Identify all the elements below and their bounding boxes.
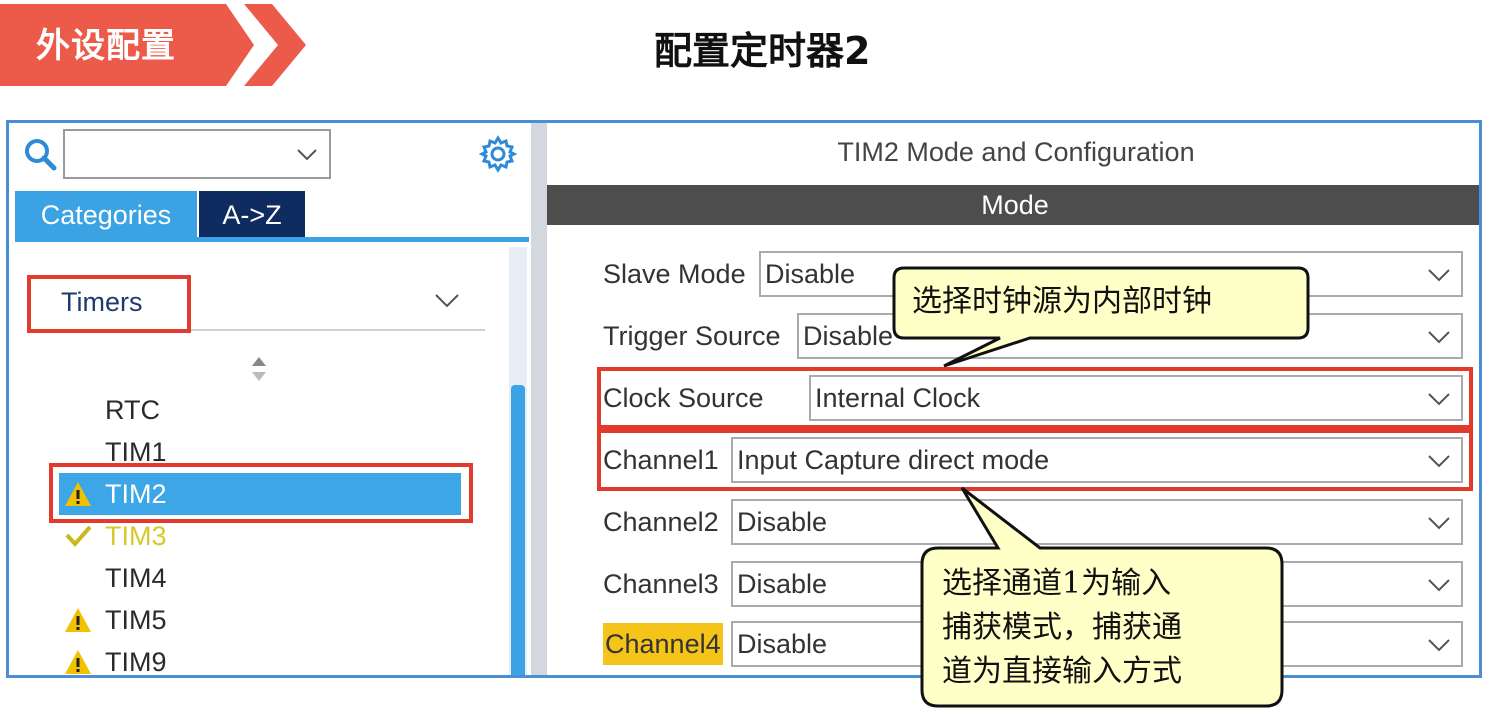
tab-categories[interactable]: Categories <box>15 191 197 239</box>
channel2-value: Disable <box>737 507 828 537</box>
tab-underline <box>15 237 529 242</box>
highlight-box-timers <box>27 275 191 333</box>
config-title: TIM2 Mode and Configuration <box>837 137 1195 167</box>
chevron-down-icon <box>1428 517 1450 530</box>
gear-icon[interactable] <box>479 135 517 173</box>
list-item-tim9[interactable]: TIM9 <box>59 641 461 677</box>
checkmark-icon <box>65 525 92 548</box>
callout-clock-text: 选择时钟源为内部时钟 <box>912 284 1212 319</box>
channel2-label: Channel2 <box>603 507 719 537</box>
section-label: 外设配置 <box>36 26 176 66</box>
page-title: 配置定时器2 <box>654 29 871 73</box>
panel-splitter[interactable] <box>531 123 547 675</box>
warning-icon <box>65 608 91 632</box>
list-item-label: RTC <box>105 395 161 425</box>
sort-icon[interactable] <box>249 355 269 383</box>
list-item-tim4[interactable]: TIM4 <box>59 557 461 599</box>
list-item-label: TIM5 <box>105 605 167 635</box>
list-item-tim5[interactable]: TIM5 <box>59 599 461 641</box>
channel4-label: Channel4 <box>603 623 723 665</box>
chevron-down-icon <box>1428 579 1450 592</box>
mode-section-header[interactable]: Mode <box>547 185 1479 225</box>
callout-channel-line2: 捕获模式，捕获通 <box>942 610 1182 645</box>
chevron-down-icon[interactable] <box>295 145 319 165</box>
search-input[interactable] <box>63 129 331 179</box>
scrollbar-thumb[interactable] <box>511 385 525 675</box>
channel3-label: Channel3 <box>603 569 719 599</box>
left-panel: Categories A->Z Timers RTC TIM1 TIM2 TIM… <box>9 123 531 675</box>
warning-icon <box>65 650 91 674</box>
highlight-box-channel1 <box>597 429 1473 491</box>
highlight-box-clock-source <box>597 367 1473 429</box>
list-item-label: TIM4 <box>105 563 167 593</box>
slave-mode-label: Slave Mode <box>603 259 746 289</box>
channel2-select[interactable]: Disable <box>731 499 1463 545</box>
channel3-value: Disable <box>737 569 828 599</box>
search-icon[interactable] <box>23 137 57 171</box>
highlight-box-tim2 <box>49 463 473 523</box>
chevron-down-icon <box>1428 269 1450 282</box>
chevron-down-icon[interactable] <box>433 291 461 311</box>
tab-a-to-z[interactable]: A->Z <box>199 191 305 239</box>
trigger-source-label: Trigger Source <box>603 321 781 351</box>
list-item-rtc[interactable]: RTC <box>59 389 461 431</box>
trigger-source-value: Disable <box>803 321 894 351</box>
chevron-down-icon <box>1428 639 1450 652</box>
callout-channel-line3: 道为直接输入方式 <box>942 654 1182 689</box>
cubemx-window: Categories A->Z Timers RTC TIM1 TIM2 TIM… <box>6 120 1482 678</box>
channel4-value: Disable <box>737 629 828 659</box>
callout-channel-line1: 选择通道1为输入 <box>942 566 1172 601</box>
chevron-down-icon <box>1428 331 1450 344</box>
list-item-label: TIM9 <box>105 647 167 677</box>
slave-mode-value: Disable <box>765 259 856 289</box>
